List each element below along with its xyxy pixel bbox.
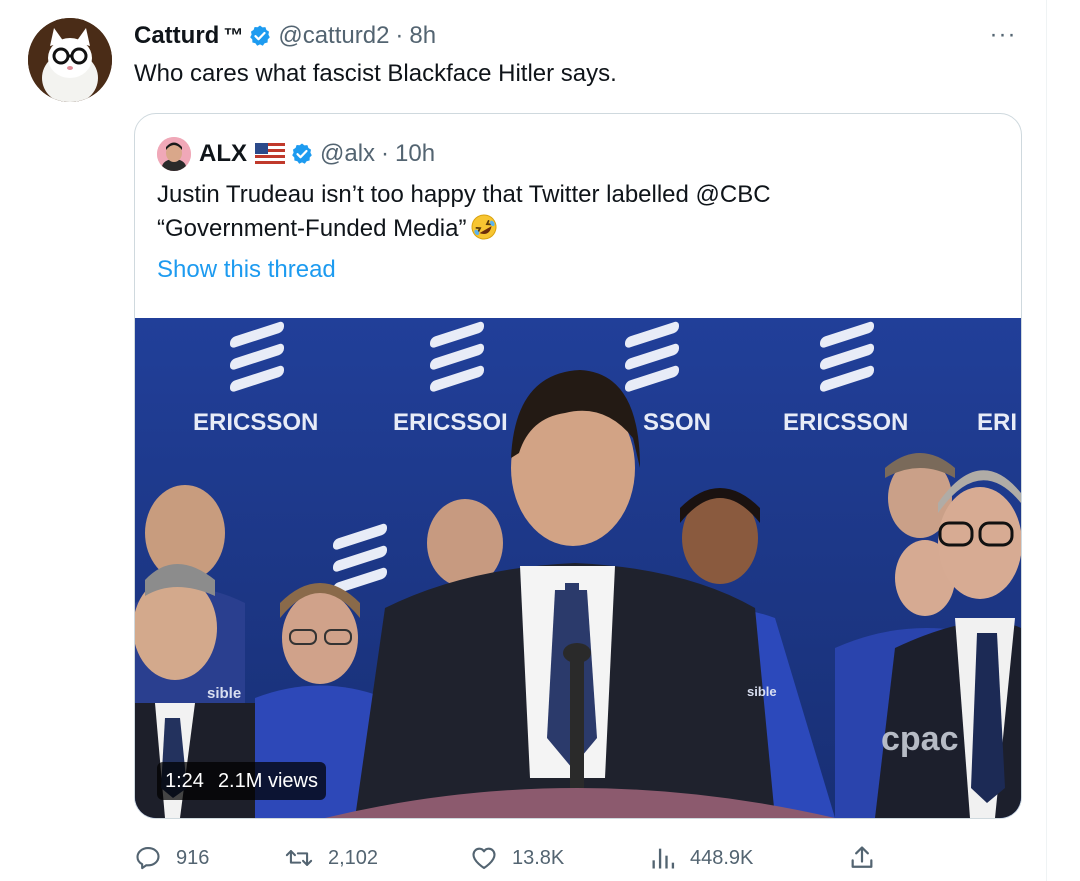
backdrop-text-1: ERICSSON — [193, 409, 318, 436]
rolling-laughing-emoji-icon — [470, 213, 498, 241]
tweet-page: Catturd ™ @catturd2 · 8h ··· Who cares w… — [0, 0, 1080, 881]
reply-button[interactable]: 916 — [134, 838, 209, 878]
quoted-author-name: ALX — [199, 140, 247, 167]
shirt-text-left: sible — [207, 685, 241, 702]
author-handle[interactable]: @catturd2 — [278, 22, 389, 50]
backdrop-text-5: ERI — [977, 409, 1017, 436]
retweet-icon — [284, 844, 314, 872]
retweet-button[interactable]: 2,102 — [284, 838, 378, 878]
backdrop-text-2: ERICSSOI — [393, 409, 508, 436]
backdrop-text-4: ERICSSON — [783, 409, 908, 436]
tweet-timestamp[interactable]: 8h — [409, 22, 436, 50]
video-frame: ERICSSON ERICSSOI SSON ERICSSON ERI sibl… — [135, 318, 1021, 818]
video-duration: 1:24 — [165, 769, 204, 792]
quoted-tweet-text: Justin Trudeau isn’t too happy that Twit… — [157, 178, 997, 246]
reply-icon — [134, 844, 162, 872]
quoted-tweet-card[interactable]: ALX @alx · 10h Justin Trudeau isn’t too … — [134, 113, 1022, 819]
quoted-header-separator: · — [381, 140, 390, 167]
verified-badge-icon — [248, 24, 272, 48]
video-views: 2.1M views — [217, 769, 318, 792]
tweet-text: Who cares what fascist Blackface Hitler … — [134, 60, 617, 87]
video-info-badge: 1:24 2.1M views — [157, 762, 326, 800]
tweet-action-bar: 916 2,102 13.8K 448.9K — [134, 838, 1034, 878]
quoted-text-line-2-text: “Government-Funded Media” — [157, 215, 467, 242]
heart-icon — [470, 844, 498, 872]
quoted-text-line-2: “Government-Funded Media” — [157, 212, 997, 246]
broadcaster-watermark: cpac — [881, 720, 959, 758]
author-avatar[interactable] — [28, 18, 112, 102]
tweet-header: Catturd ™ @catturd2 · 8h — [134, 20, 436, 52]
like-button[interactable]: 13.8K — [470, 838, 564, 878]
backdrop-text-3: SSON — [643, 409, 711, 436]
quoted-tweet-header: ALX @alx · 10h — [157, 136, 435, 172]
trademark-mark: ™ — [223, 24, 244, 47]
quoted-author-avatar — [157, 137, 191, 171]
shirt-text-right: sible — [747, 684, 777, 699]
quoted-timestamp: 10h — [395, 140, 436, 167]
us-flag-icon — [255, 143, 285, 165]
author-display-name[interactable]: Catturd — [134, 22, 219, 50]
bar-chart-icon — [650, 844, 676, 872]
quoted-author-handle: @alx — [320, 140, 376, 167]
reply-count: 916 — [176, 846, 210, 869]
show-thread-link[interactable]: Show this thread — [157, 256, 336, 284]
retweet-count: 2,102 — [328, 846, 379, 869]
more-options-button[interactable]: ··· — [986, 21, 1020, 48]
like-count: 13.8K — [512, 846, 565, 869]
column-divider — [1046, 0, 1047, 881]
view-count: 448.9K — [690, 846, 754, 869]
verified-badge-icon — [290, 142, 314, 166]
quoted-text-line-1: Justin Trudeau isn’t too happy that Twit… — [157, 181, 771, 208]
share-button[interactable] — [848, 838, 890, 878]
views-button[interactable]: 448.9K — [650, 838, 753, 878]
header-separator: · — [395, 22, 404, 49]
share-icon — [848, 844, 876, 872]
video-player[interactable]: ERICSSON ERICSSOI SSON ERICSSON ERI sibl… — [135, 318, 1021, 818]
